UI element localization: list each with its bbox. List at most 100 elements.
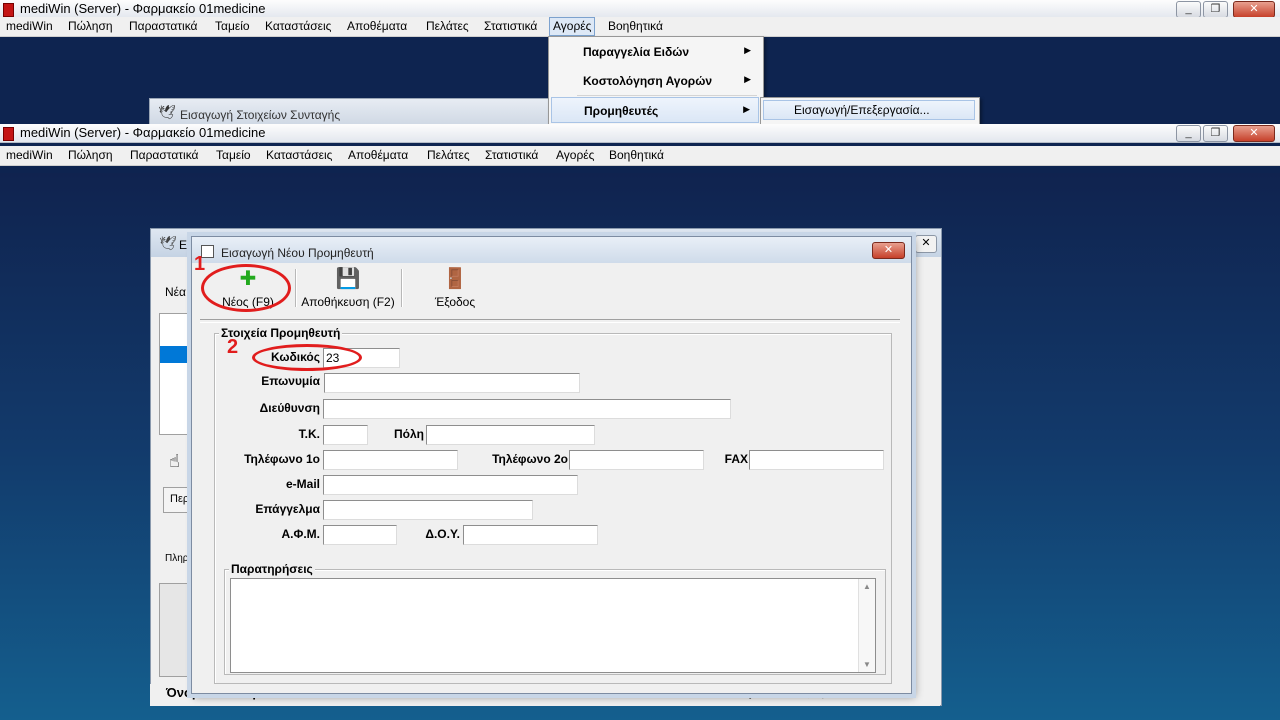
annotation-ellipse-code xyxy=(252,344,362,371)
menu-reports[interactable]: Καταστάσεις xyxy=(266,148,332,162)
back-window-title-bar: 🕊 Εισαγωγή Στοιχείων Συνταγής xyxy=(149,98,551,125)
menu-customers[interactable]: Πελάτες xyxy=(426,19,469,33)
menu-cash[interactable]: Ταμείο xyxy=(215,19,250,33)
zip-field[interactable] xyxy=(323,425,368,445)
surname-field[interactable] xyxy=(324,373,580,393)
menu-documents[interactable]: Παραστατικά xyxy=(130,148,198,162)
close-icon[interactable]: ✕ xyxy=(1233,1,1275,18)
menu-item-costing[interactable]: Κοστολόγηση Αγορών ▶ xyxy=(551,68,759,94)
floppy-disk-icon: 💾 xyxy=(335,268,361,290)
close-icon[interactable]: ✕ xyxy=(1233,125,1275,142)
top-window-title: mediWin (Server) - Φαρμακείο 01medicine xyxy=(20,1,266,16)
phone2-field[interactable] xyxy=(569,450,704,470)
menu-sales[interactable]: Πώληση xyxy=(68,148,113,162)
city-label: Πόλη xyxy=(394,427,424,441)
menu-mediwin[interactable]: mediWin xyxy=(6,148,53,162)
menu-purchases[interactable]: Αγορές xyxy=(556,148,594,162)
main-window-title: mediWin (Server) - Φαρμακείο 01medicine xyxy=(20,125,266,140)
afm-field[interactable] xyxy=(323,525,397,545)
suppliers-submenu: Εισαγωγή/Επεξεργασία... xyxy=(760,97,980,125)
hand-icon[interactable]: ☝ xyxy=(169,451,180,472)
annotation-number-2: 2 xyxy=(227,336,239,358)
notes-textarea[interactable]: ▲ ▼ xyxy=(230,578,876,673)
selected-row[interactable] xyxy=(160,346,192,363)
submenu-arrow-icon: ▶ xyxy=(743,104,750,114)
email-label: e-Mail xyxy=(285,477,320,491)
menu-stock[interactable]: Αποθέματα xyxy=(348,148,408,162)
scrollbar[interactable]: ▲ ▼ xyxy=(858,579,875,672)
behind-button-label: Περ xyxy=(170,493,190,505)
menu-documents[interactable]: Παραστατικά xyxy=(129,19,197,33)
doy-field[interactable] xyxy=(463,525,598,545)
exit-door-icon: 🚪 xyxy=(442,268,468,290)
menu-customers[interactable]: Πελάτες xyxy=(427,148,470,162)
menu-purchases[interactable]: Αγορές xyxy=(549,17,596,36)
top-menu-bar: mediWin Πώληση Παραστατικά Ταμείο Καταστ… xyxy=(0,17,1280,37)
restore-icon[interactable]: ❐ xyxy=(1203,1,1228,18)
bird-icon: 🕊 xyxy=(158,104,176,120)
menu-sales[interactable]: Πώληση xyxy=(68,19,113,33)
menu-stock[interactable]: Αποθέματα xyxy=(347,19,407,33)
close-icon[interactable]: ✕ xyxy=(915,235,937,253)
city-field[interactable] xyxy=(426,425,595,445)
annotation-ellipse-new xyxy=(201,264,291,312)
purchases-dropdown: Παραγγελία Ειδών ▶ Κοστολόγηση Αγορών ▶ … xyxy=(548,36,764,126)
toolbar-separator xyxy=(295,269,297,307)
restore-icon[interactable]: ❐ xyxy=(1203,125,1228,142)
dialog-title-bar: Εισαγωγή Νέου Προμηθευτή ✕ xyxy=(192,237,911,263)
exit-button-label: Έξοδος xyxy=(434,295,476,309)
menu-statistics[interactable]: Στατιστικά xyxy=(485,148,538,162)
menu-item-order-items[interactable]: Παραγγελία Ειδών ▶ xyxy=(551,39,759,65)
behind-list[interactable] xyxy=(159,313,193,435)
submenu-arrow-icon: ▶ xyxy=(744,45,751,55)
toolbar-divider xyxy=(200,319,900,323)
menu-utilities[interactable]: Βοηθητικά xyxy=(609,148,664,162)
menu-statistics[interactable]: Στατιστικά xyxy=(484,19,537,33)
menu-separator xyxy=(577,95,757,96)
save-button[interactable]: 💾 Αποθήκευση (F2) xyxy=(298,267,398,317)
close-icon[interactable]: ✕ xyxy=(872,242,905,259)
behind-info: Πληρ xyxy=(165,553,189,564)
phone1-label: Τηλέφωνο 1ο xyxy=(244,452,320,466)
toolbar-separator xyxy=(401,269,403,307)
app-icon xyxy=(3,127,14,141)
scroll-down-icon[interactable]: ▼ xyxy=(863,660,871,669)
annotation-number-1: 1 xyxy=(194,253,206,275)
phone1-field[interactable] xyxy=(323,450,458,470)
surname-label: Επωνυμία xyxy=(261,374,320,388)
behind-form-title: Ει xyxy=(179,238,190,252)
menu-reports[interactable]: Καταστάσεις xyxy=(265,19,331,33)
phone2-label: Τηλέφωνο 2ο xyxy=(492,452,568,466)
address-label: Διεύθυνση xyxy=(259,401,320,415)
save-button-label: Αποθήκευση (F2) xyxy=(301,295,395,309)
menu-item-label: Κοστολόγηση Αγορών xyxy=(583,74,713,88)
exit-button[interactable]: 🚪 Έξοδος xyxy=(418,267,492,317)
minimize-icon[interactable]: _ xyxy=(1176,1,1201,18)
main-title-bar: mediWin (Server) - Φαρμακείο 01medicine … xyxy=(0,124,1280,143)
email-field[interactable] xyxy=(323,475,578,495)
address-field[interactable] xyxy=(323,399,731,419)
main-menu-bar: mediWin Πώληση Παραστατικά Ταμείο Καταστ… xyxy=(0,146,1280,166)
back-window-title: Εισαγωγή Στοιχείων Συνταγής xyxy=(180,108,341,122)
bird-icon: 🕊 xyxy=(159,235,177,251)
notes-legend: Παρατηρήσεις xyxy=(229,562,315,576)
scroll-up-icon[interactable]: ▲ xyxy=(863,582,871,591)
minimize-icon[interactable]: _ xyxy=(1176,125,1201,142)
app-icon xyxy=(3,3,14,17)
fax-field[interactable] xyxy=(749,450,884,470)
menu-mediwin[interactable]: mediWin xyxy=(6,19,53,33)
menu-cash[interactable]: Ταμείο xyxy=(216,148,251,162)
menu-item-label: Προμηθευτές xyxy=(584,104,659,118)
new-supplier-dialog: Εισαγωγή Νέου Προμηθευτή ✕ ✚ Νέος (F9) 💾… xyxy=(191,236,912,694)
profession-label: Επάγγελμα xyxy=(255,502,320,516)
menu-item-suppliers[interactable]: Προμηθευτές ▶ xyxy=(551,97,759,123)
zip-label: Τ.Κ. xyxy=(298,427,320,441)
menu-item-label: Παραγγελία Ειδών xyxy=(583,45,690,59)
fax-label: FAX xyxy=(724,452,748,466)
menu-utilities[interactable]: Βοηθητικά xyxy=(608,19,663,33)
profession-field[interactable] xyxy=(323,500,533,520)
menu-item-insert-edit[interactable]: Εισαγωγή/Επεξεργασία... xyxy=(763,100,975,120)
submenu-arrow-icon: ▶ xyxy=(744,74,751,84)
doy-label: Δ.Ο.Υ. xyxy=(425,527,460,541)
menu-item-label: Εισαγωγή/Επεξεργασία... xyxy=(794,103,930,117)
